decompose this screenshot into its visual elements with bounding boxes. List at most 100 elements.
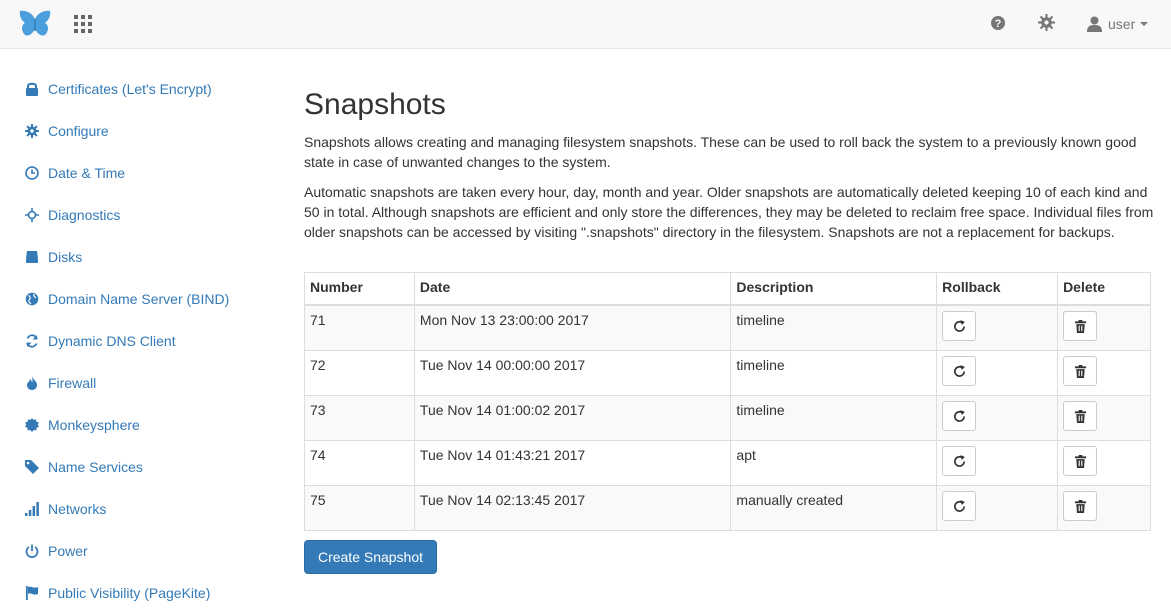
snapshot-description: apt bbox=[730, 439, 938, 486]
rollback-button[interactable] bbox=[942, 310, 977, 341]
sidebar-item-dynamic-dns[interactable]: Dynamic DNS Client bbox=[25, 330, 176, 352]
grid-icon[interactable] bbox=[74, 15, 92, 33]
sidebar-item-pagekite[interactable]: Public Visibility (PageKite) bbox=[25, 582, 210, 604]
sidebar-item-firewall[interactable]: Firewall bbox=[25, 372, 96, 394]
table-row: 74 Tue Nov 14 01:43:21 2017 apt bbox=[304, 439, 1151, 486]
snapshot-number: 75 bbox=[304, 484, 415, 531]
sidebar-item-label: Name Services bbox=[48, 459, 143, 475]
sidebar-item-power[interactable]: Power bbox=[25, 540, 88, 562]
sidebar-item-dns-bind[interactable]: Domain Name Server (BIND) bbox=[25, 288, 229, 310]
svg-text:?: ? bbox=[995, 18, 1002, 30]
rollback-cell bbox=[936, 349, 1059, 396]
table-row: 73 Tue Nov 14 01:00:02 2017 timeline bbox=[304, 394, 1151, 441]
snapshot-description: timeline bbox=[730, 304, 938, 351]
delete-button[interactable] bbox=[1063, 490, 1098, 521]
screenshot-icon bbox=[25, 208, 39, 222]
clock-icon bbox=[25, 166, 39, 180]
sidebar: Certificates (Let's Encrypt) Configure D… bbox=[0, 49, 270, 614]
power-off-icon bbox=[25, 544, 39, 558]
column-header-date: Date bbox=[413, 272, 732, 306]
snapshot-description: timeline bbox=[730, 394, 938, 441]
delete-cell bbox=[1057, 484, 1151, 531]
lock-icon bbox=[26, 82, 38, 96]
delete-button[interactable] bbox=[1063, 445, 1098, 476]
column-header-description: Description bbox=[730, 272, 938, 306]
signal-icon bbox=[25, 502, 39, 516]
details-paragraph: Automatic snapshots are taken every hour… bbox=[304, 184, 1154, 240]
rollback-cell bbox=[936, 304, 1059, 351]
delete-cell bbox=[1057, 349, 1151, 396]
table-header-row: Number Date Description Rollback Delete bbox=[304, 272, 1151, 306]
globe-icon bbox=[25, 292, 39, 306]
delete-button[interactable] bbox=[1063, 355, 1098, 386]
sidebar-item-certificates[interactable]: Certificates (Let's Encrypt) bbox=[25, 78, 212, 100]
column-header-delete: Delete bbox=[1057, 272, 1151, 306]
rollback-button[interactable] bbox=[942, 490, 977, 521]
refresh-icon bbox=[26, 334, 38, 348]
table-row: 75 Tue Nov 14 02:13:45 2017 manually creat… bbox=[304, 484, 1151, 531]
sidebar-item-label: Dynamic DNS Client bbox=[48, 333, 176, 349]
top-navbar: ? user bbox=[0, 0, 1171, 49]
sidebar-item-label: Date & Time bbox=[48, 165, 126, 181]
table-row: 72 Tue Nov 14 00:00:00 2017 timeline bbox=[304, 349, 1151, 396]
sidebar-item-diagnostics[interactable]: Diagnostics bbox=[25, 204, 120, 226]
sidebar-item-disks[interactable]: Disks bbox=[25, 246, 82, 268]
sidebar-item-label: Disks bbox=[48, 249, 83, 265]
caret-down-icon bbox=[1140, 22, 1149, 26]
sidebar-item-label: Public Visibility (PageKite) bbox=[48, 585, 211, 601]
rollback-cell bbox=[936, 439, 1059, 486]
rollback-button[interactable] bbox=[942, 400, 977, 431]
column-header-rollback: Rollback bbox=[936, 272, 1059, 306]
create-snapshot-button[interactable]: Create Snapshot bbox=[304, 540, 437, 574]
snapshot-description: timeline bbox=[730, 349, 938, 396]
fire-icon bbox=[27, 376, 37, 390]
snapshots-table: Number Date Description Rollback Delete … bbox=[304, 272, 1151, 531]
sidebar-item-networks[interactable]: Networks bbox=[25, 498, 106, 520]
sidebar-item-label: Diagnostics bbox=[48, 207, 121, 223]
cog-icon bbox=[25, 124, 39, 138]
sidebar-item-label: Domain Name Server (BIND) bbox=[48, 291, 230, 307]
snapshot-date: Mon Nov 13 23:00:00 2017 bbox=[413, 304, 732, 351]
snapshot-date: Tue Nov 14 02:13:45 2017 bbox=[413, 484, 732, 531]
delete-button[interactable] bbox=[1063, 310, 1098, 341]
page-title: Snapshots bbox=[304, 88, 446, 121]
delete-cell bbox=[1057, 304, 1151, 351]
sidebar-item-label: Certificates (Let's Encrypt) bbox=[48, 81, 212, 97]
certificate-icon bbox=[25, 418, 39, 432]
hdd-icon bbox=[26, 251, 38, 263]
sidebar-item-label: Firewall bbox=[48, 375, 97, 391]
flag-icon bbox=[26, 586, 38, 600]
question-circle-icon[interactable]: ? bbox=[990, 15, 1006, 31]
column-header-number: Number bbox=[304, 272, 415, 306]
sidebar-item-date-time[interactable]: Date & Time bbox=[25, 162, 125, 184]
delete-cell bbox=[1057, 394, 1151, 441]
sidebar-item-configure[interactable]: Configure bbox=[25, 120, 109, 142]
user-menu-dropdown[interactable]: user bbox=[1087, 12, 1149, 36]
sidebar-item-label: Networks bbox=[48, 501, 107, 517]
snapshot-description: manually created bbox=[730, 484, 938, 531]
sidebar-item-monkeysphere[interactable]: Monkeysphere bbox=[25, 414, 140, 436]
tag-icon bbox=[25, 460, 39, 474]
table-row: 71 Mon Nov 13 23:00:00 2017 timeline bbox=[304, 304, 1151, 351]
butterfly-logo-icon[interactable] bbox=[18, 9, 52, 39]
rollback-cell bbox=[936, 394, 1059, 441]
user-menu-label: user bbox=[1108, 16, 1136, 32]
intro-paragraph: Snapshots allows creating and managing f… bbox=[304, 134, 1137, 170]
sidebar-item-label: Power bbox=[48, 543, 88, 559]
sidebar-item-name-services[interactable]: Name Services bbox=[25, 456, 143, 478]
delete-button[interactable] bbox=[1063, 400, 1098, 431]
snapshot-number: 71 bbox=[304, 304, 415, 351]
rollback-button[interactable] bbox=[942, 445, 977, 476]
rollback-button[interactable] bbox=[942, 355, 977, 386]
delete-cell bbox=[1057, 439, 1151, 486]
snapshot-number: 73 bbox=[304, 394, 415, 441]
snapshot-number: 74 bbox=[304, 439, 415, 486]
rollback-cell bbox=[936, 484, 1059, 531]
snapshot-number: 72 bbox=[304, 349, 415, 396]
user-icon bbox=[1087, 16, 1102, 32]
sidebar-item-label: Configure bbox=[48, 123, 109, 139]
gear-icon[interactable] bbox=[1038, 14, 1055, 31]
snapshot-date: Tue Nov 14 01:00:02 2017 bbox=[413, 394, 732, 441]
snapshot-date: Tue Nov 14 00:00:00 2017 bbox=[413, 349, 732, 396]
snapshot-date: Tue Nov 14 01:43:21 2017 bbox=[413, 439, 732, 486]
